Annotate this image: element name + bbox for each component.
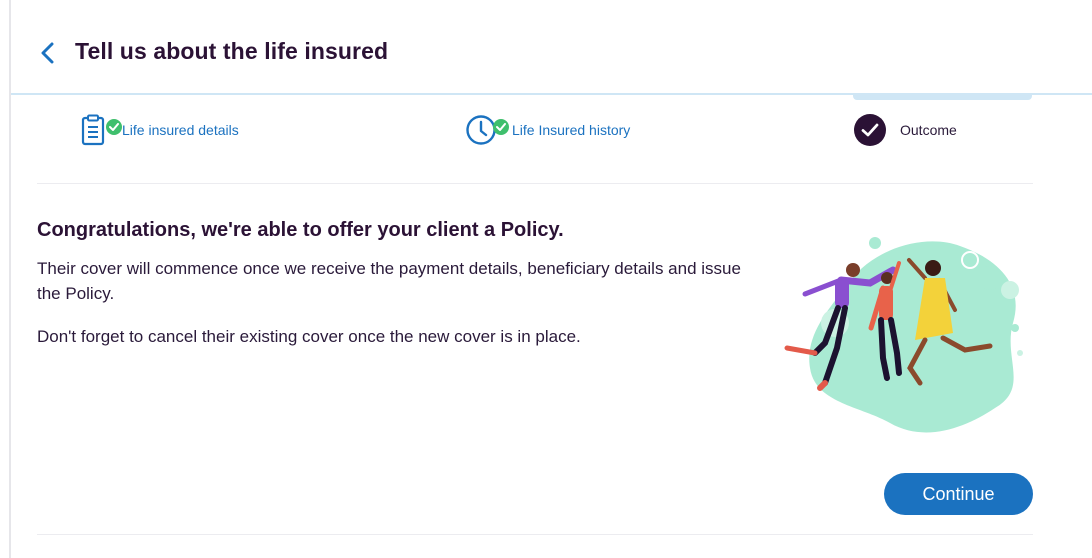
step-label: Outcome xyxy=(900,122,957,138)
step-label: Life Insured history xyxy=(512,122,631,138)
clipboard-icon xyxy=(81,114,122,146)
step-indicator: Life insured details Life Insured histor… xyxy=(37,100,1033,184)
step-life-insured-details[interactable]: Life insured details xyxy=(81,114,239,146)
chevron-left-icon xyxy=(41,42,54,64)
check-circle-icon xyxy=(854,114,886,146)
back-button[interactable] xyxy=(33,36,61,70)
clock-icon xyxy=(465,114,511,146)
page-header: Tell us about the life insured xyxy=(11,0,1092,95)
step-life-insured-history[interactable]: Life Insured history xyxy=(465,114,630,146)
check-badge-icon xyxy=(106,119,122,135)
celebration-illustration xyxy=(775,228,1037,440)
step-outcome[interactable]: Outcome xyxy=(854,114,957,146)
cancel-existing-cover-text: Don't forget to cancel their existing co… xyxy=(37,327,581,346)
check-badge-icon xyxy=(493,119,509,135)
bottom-divider xyxy=(37,534,1033,535)
step-label: Life insured details xyxy=(122,122,239,138)
continue-button[interactable]: Continue xyxy=(884,473,1033,515)
cover-commencement-text: Their cover will commence once we receiv… xyxy=(37,259,741,303)
page-title: Tell us about the life insured xyxy=(75,38,389,64)
offer-heading: Congratulations, we're able to offer you… xyxy=(37,219,564,241)
